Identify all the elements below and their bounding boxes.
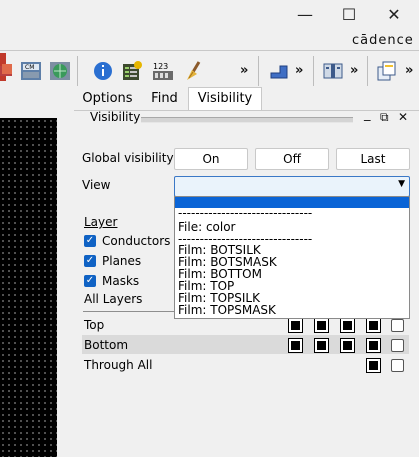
panel-title: Visibility [90,110,141,124]
minimize-button[interactable]: — [285,0,325,30]
shape-icon[interactable] [268,60,290,82]
close-button[interactable]: ✕ [374,0,414,30]
conductors-label: Conductors [102,234,171,248]
panel-close-button[interactable]: ✕ [398,110,408,124]
toolbar-overflow-4[interactable]: » [405,63,413,78]
maximize-icon: ☐ [341,5,357,24]
tab-find[interactable]: Find [141,88,188,110]
tab-options[interactable]: Options [74,88,141,110]
planes-label: Planes [102,254,142,268]
panel-title-grip [141,117,353,123]
copy-icon[interactable] [376,60,398,82]
last-button[interactable]: Last [336,148,410,170]
cm-icon[interactable]: CM [20,60,42,82]
info-icon[interactable] [92,60,114,82]
off-button[interactable]: Off [255,148,329,170]
planes-checkbox[interactable]: ✓ [84,255,96,267]
color-swatch[interactable] [366,338,381,353]
panel-icon[interactable] [322,60,344,82]
on-button[interactable]: On [174,148,248,170]
color-swatch[interactable] [288,338,303,353]
panel-restore-button[interactable]: ⧉ [380,110,389,125]
toolbar-separator [77,56,78,86]
broom-icon[interactable] [183,60,205,82]
toolbar-separator [258,56,259,86]
cadence-logo: cādence [352,33,414,48]
svg-text:CM: CM [25,64,34,71]
layers-icon[interactable] [0,60,22,82]
all-layers-label: All Layers [84,292,143,306]
123-icon[interactable]: 123 [152,60,174,82]
row-label-through-all: Through All [84,358,153,372]
close-icon: ✕ [387,5,401,24]
color-swatch[interactable] [366,358,381,373]
table-row [82,335,409,354]
toolbar-separator [367,56,368,86]
row-visibility-checkbox[interactable] [391,359,404,372]
tab-visibility[interactable]: Visibility [188,87,262,111]
row-visibility-checkbox[interactable] [391,339,404,352]
toolbar-overflow-1[interactable]: » [240,63,248,78]
toolbar-separator [313,56,314,86]
panel-minimize-button[interactable]: _ [364,107,371,122]
toolbar-overflow-3[interactable]: » [350,63,358,78]
color-swatch[interactable] [314,338,329,353]
conductors-checkbox[interactable]: ✓ [84,235,96,247]
view-select[interactable]: ▼ [174,176,410,197]
row-label-top: Top [84,318,105,332]
masks-label: Masks [102,274,140,288]
chevron-down-icon: ▼ [398,179,405,189]
view-dropdown-list[interactable]: ------------------------------- File: co… [174,196,410,319]
color-swatch[interactable] [340,318,355,333]
view-label: View [82,178,111,192]
minimize-icon: — [297,5,313,24]
layer-header: Layer [84,215,118,229]
maximize-button[interactable]: ☐ [329,0,369,30]
row-visibility-checkbox[interactable] [391,319,404,332]
toolbar-overflow-2[interactable]: » [295,63,303,78]
toolbar-divider [0,50,419,51]
color-swatch[interactable] [340,338,355,353]
row-label-bottom: Bottom [84,338,129,352]
svg-text:123: 123 [153,62,168,71]
color-swatch[interactable] [288,318,303,333]
masks-checkbox[interactable]: ✓ [84,275,96,287]
checklist-icon[interactable] [121,60,143,82]
color-swatch[interactable] [314,318,329,333]
global-visibility-label: Global visibility [82,151,174,165]
dropdown-option[interactable]: ------------------------------- [178,207,312,219]
design-canvas[interactable] [0,118,57,457]
globe-icon[interactable] [49,60,71,82]
color-swatch[interactable] [366,318,381,333]
dropdown-option[interactable]: Film: TOPSMASK [178,304,276,316]
